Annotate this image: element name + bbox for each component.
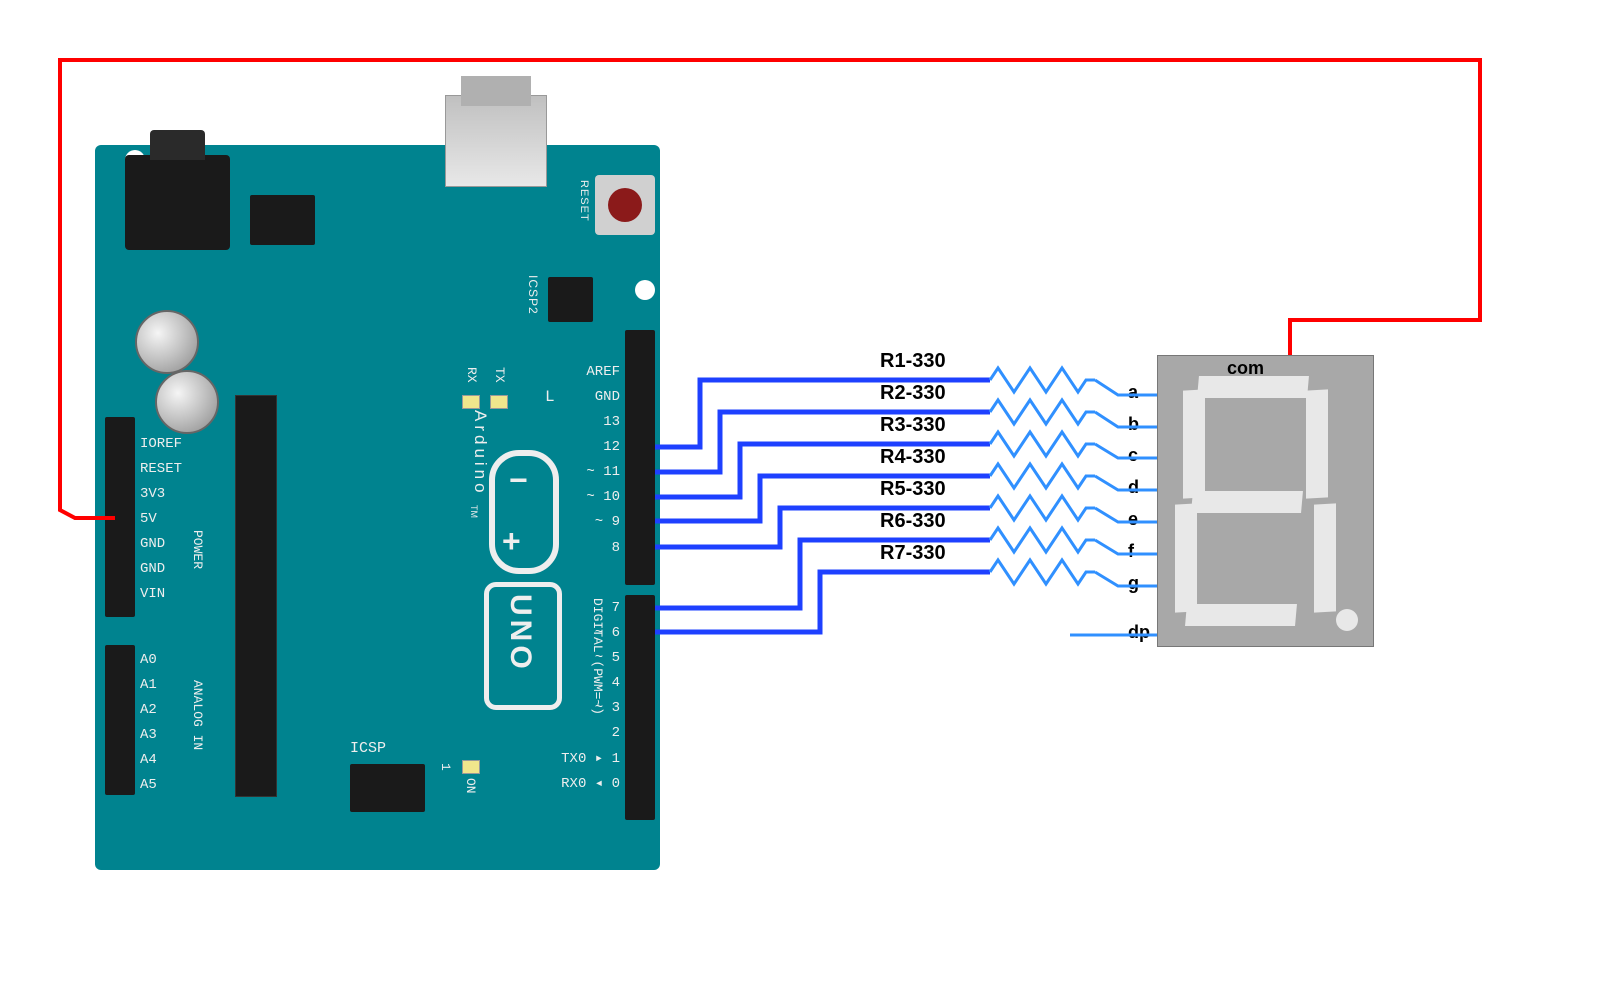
wire-r6 (655, 528, 1157, 608)
resistor-label-r5: R5-330 (880, 478, 946, 501)
segment-inner (1183, 376, 1328, 626)
icsp2-header (548, 277, 593, 322)
pin-dp-label: dp (1128, 622, 1150, 643)
pin-reset: RESET (140, 461, 200, 477)
microcontroller-ic (235, 395, 277, 797)
resistor-label-r3: R3-330 (880, 414, 946, 437)
pin-8: 8 (575, 540, 620, 556)
pin-b-label: b (1128, 414, 1139, 435)
diagram-container: RESET ICSP2 AREF GND 13 12 ~ 11 ~ 10 ~ 9… (0, 0, 1599, 986)
uno-label: UNO (503, 594, 537, 673)
pin-13: 13 (575, 414, 620, 430)
segment-dp (1336, 609, 1358, 631)
pin-gnd-top: GND (575, 389, 620, 405)
segment-e (1175, 503, 1197, 612)
digital-section-label: DIGITAL (PWM=~) (590, 598, 605, 715)
segment-c (1314, 503, 1336, 612)
pin-g-label: g (1128, 573, 1139, 594)
pin-a-label: a (1128, 382, 1138, 403)
l-label: L (545, 388, 555, 406)
digital-header-bottom (625, 595, 655, 820)
com-label: com (1227, 358, 1264, 379)
wire-r7 (655, 560, 1157, 632)
pin-a4: A4 (140, 752, 200, 768)
pin-c-label: c (1128, 445, 1138, 466)
on-led (462, 760, 480, 774)
icsp2-label: ICSP2 (526, 275, 540, 315)
voltage-regulator (250, 195, 315, 245)
mounting-hole (635, 280, 655, 300)
pin-9: ~ 9 (575, 514, 620, 530)
power-jack (125, 155, 230, 250)
power-header (105, 417, 135, 617)
pin-11: ~ 11 (575, 464, 620, 480)
pin-aref: AREF (575, 364, 620, 380)
arduino-name-label: Arduino (470, 410, 490, 497)
pin-f-label: f (1128, 541, 1134, 562)
resistor-label-r1: R1-330 (880, 350, 946, 373)
power-section-label: POWER (190, 530, 205, 569)
pin-12: 12 (575, 439, 620, 455)
capacitor (155, 370, 219, 434)
pin-10: ~ 10 (575, 489, 620, 505)
segment-d (1185, 604, 1297, 626)
pin-d-label: d (1128, 477, 1139, 498)
logo-minus: − (509, 462, 528, 499)
pin-vin: VIN (140, 586, 200, 602)
seven-segment-display (1157, 355, 1374, 647)
resistor-label-r2: R2-330 (880, 382, 946, 405)
icsp-label: ICSP (350, 740, 386, 757)
segment-g (1191, 491, 1303, 513)
tm-label: TM (469, 505, 479, 518)
resistor-label-r6: R6-330 (880, 510, 946, 533)
rx-label: RX (464, 367, 479, 383)
pin-a0: A0 (140, 652, 200, 668)
tx-label: TX (492, 367, 507, 383)
pin-2: 2 (575, 725, 620, 741)
capacitor (135, 310, 199, 374)
pin-3v3: 3V3 (140, 486, 200, 502)
segment-f (1183, 389, 1205, 498)
icsp-header (350, 764, 425, 812)
pin-ioref: IOREF (140, 436, 200, 452)
analog-section-label: ANALOG IN (190, 680, 205, 750)
resistor-label-r7: R7-330 (880, 542, 946, 565)
rx-led (462, 395, 480, 409)
pin-a5: A5 (140, 777, 200, 793)
reset-button[interactable] (595, 175, 655, 235)
analog-header (105, 645, 135, 795)
logo-plus: + (502, 523, 521, 560)
pin-5v: 5V (140, 511, 200, 527)
pin-e-label: e (1128, 509, 1138, 530)
usb-port (445, 95, 547, 187)
icsp-pin1: 1 (438, 763, 453, 771)
reset-label: RESET (578, 180, 590, 222)
segment-a (1197, 376, 1309, 398)
tx-led (490, 395, 508, 409)
resistor-label-r4: R4-330 (880, 446, 946, 469)
digital-header-top (625, 330, 655, 585)
pin-tx: TX0 ▸ 1 (555, 750, 620, 767)
segment-b (1306, 389, 1328, 498)
on-label: ON (463, 778, 478, 794)
pin-rx: RX0 ◂ 0 (555, 775, 620, 792)
